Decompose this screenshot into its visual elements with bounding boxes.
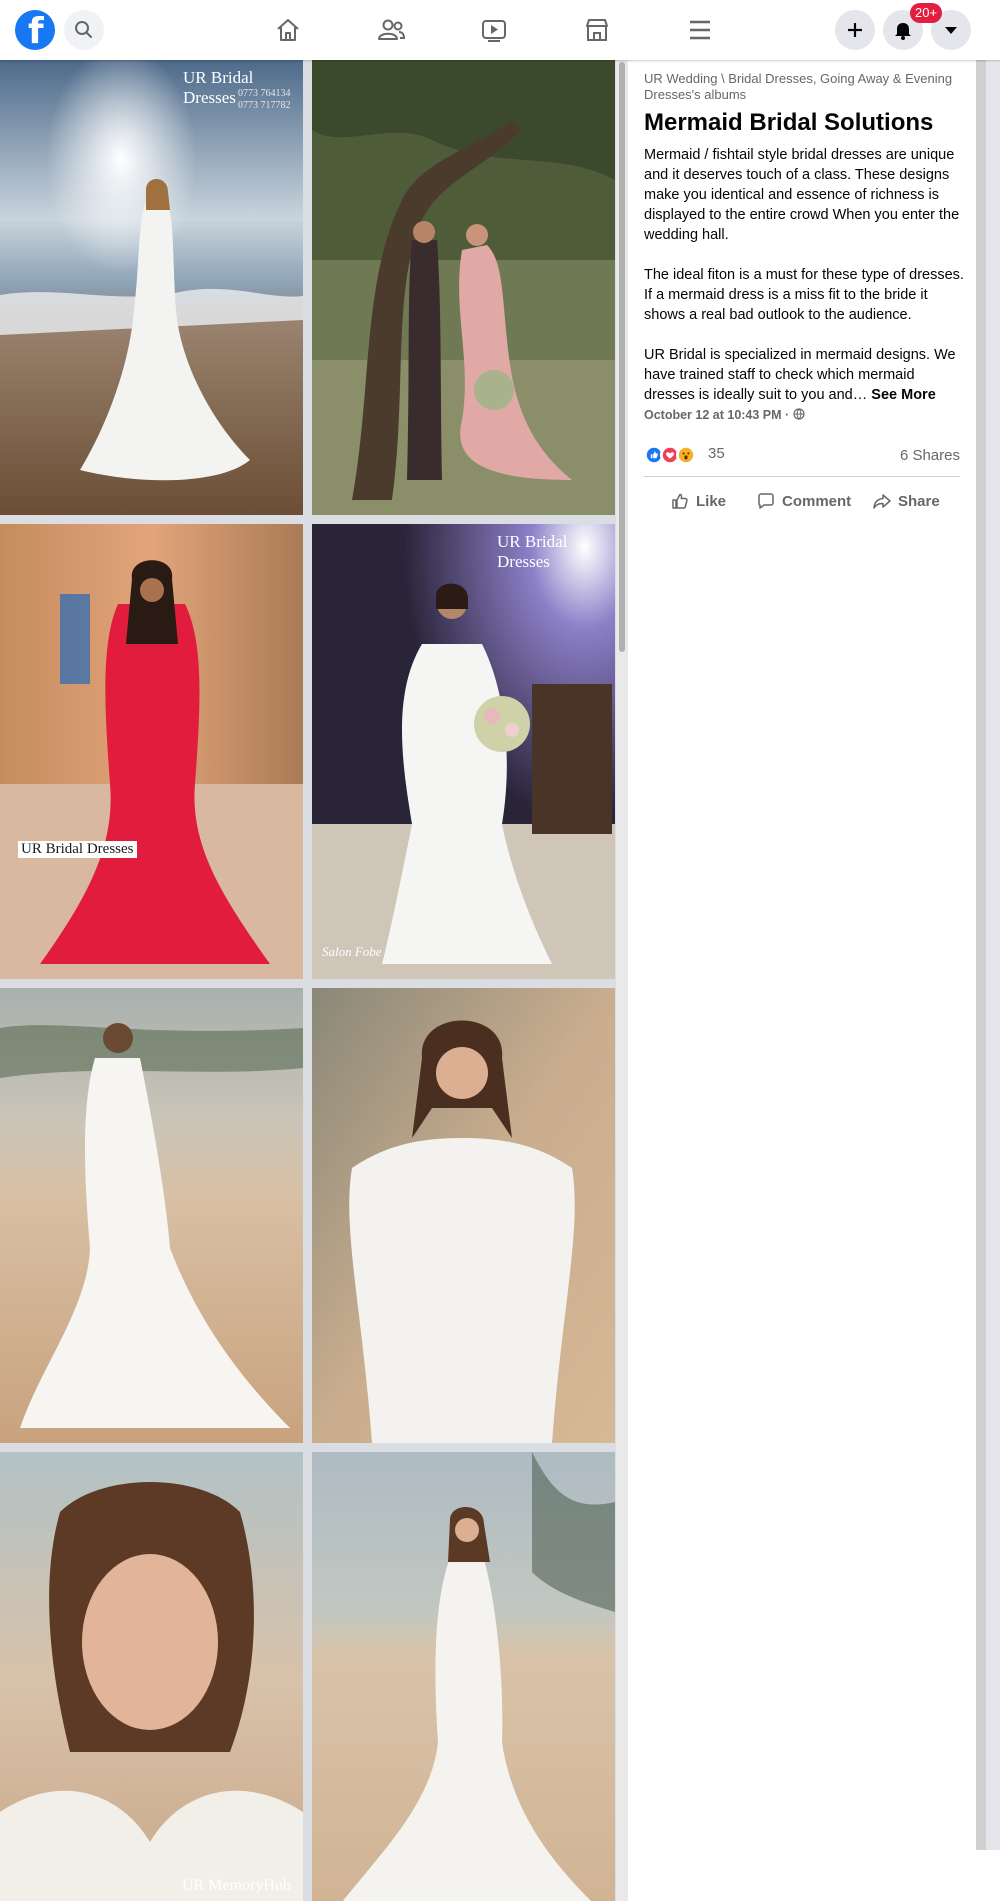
menu-icon[interactable]: [682, 12, 718, 48]
watch-icon[interactable]: [476, 12, 512, 48]
actions-divider: [644, 476, 960, 477]
facebook-logo[interactable]: f: [15, 10, 55, 52]
photo-couple-tree[interactable]: [312, 60, 615, 515]
photo-grid: UR Bridal Dresses 0773 764134 0773 71778…: [0, 60, 616, 1901]
watermark-salon: Salon Fobe: [322, 944, 382, 959]
timestamp-text: October 12 at 10:43 PM ·: [644, 408, 790, 422]
post-paragraph: UR Bridal is specialized in mermaid desi…: [644, 345, 966, 405]
comment-label: Comment: [782, 492, 852, 510]
photo-portrait-closeup[interactable]: UR MemoryHub: [0, 1452, 303, 1901]
photo-bride-full[interactable]: [312, 1452, 615, 1901]
watermark-brand: UR MemoryHub: [182, 1877, 291, 1894]
create-icon: [848, 23, 862, 37]
see-more-link[interactable]: See More: [871, 387, 935, 403]
photo-seated-bride[interactable]: UR Bridal Dresses Salon Fobe: [312, 524, 615, 979]
panel-bottom-area: [628, 1850, 1000, 1901]
reaction-count[interactable]: 35: [708, 445, 725, 462]
like-icon: [672, 493, 688, 509]
search-button[interactable]: [64, 10, 104, 50]
post-timestamp[interactable]: October 12 at 10:43 PM ·: [644, 408, 805, 422]
panel-scrollbar[interactable]: [976, 60, 986, 1850]
search-icon: [75, 21, 92, 38]
post-paragraph: Mermaid / fishtail style bridal dresses …: [644, 147, 960, 243]
watermark-brand: UR Bridal Dresses: [18, 841, 137, 858]
like-label: Like: [696, 492, 727, 510]
comment-icon: [758, 493, 774, 509]
create-button[interactable]: [835, 10, 875, 50]
shares-count[interactable]: 6 Shares: [900, 447, 960, 464]
post-paragraph: The ideal fiton is a must for these type…: [644, 265, 966, 325]
share-button[interactable]: Share: [872, 486, 940, 516]
wow-icon: [676, 445, 696, 465]
home-icon[interactable]: [270, 12, 306, 48]
share-label: Share: [898, 492, 940, 510]
post-title: Mermaid Bridal Solutions: [644, 109, 934, 136]
photo-bride-back[interactable]: [0, 988, 303, 1443]
album-breadcrumb[interactable]: UR Wedding \ Bridal Dresses, Going Away …: [644, 71, 964, 103]
photo-scrollbar-thumb[interactable]: [619, 62, 625, 652]
post-body: Mermaid / fishtail style bridal dresses …: [644, 145, 966, 425]
photo-beach-bride[interactable]: UR Bridal Dresses 0773 764134 0773 71778…: [0, 60, 303, 515]
photo-bride-front[interactable]: [312, 988, 615, 1443]
watermark-phone: 0773 717782: [238, 100, 291, 111]
like-button[interactable]: Like: [670, 486, 726, 516]
post-details-panel: UR Wedding \ Bridal Dresses, Going Away …: [628, 60, 976, 1850]
comment-button[interactable]: Comment: [756, 486, 851, 516]
share-icon: [873, 494, 891, 509]
marketplace-icon[interactable]: [579, 12, 615, 48]
watermark-brand: UR Bridal Dresses: [497, 532, 568, 571]
post-paragraph-text: The ideal fiton is a must for these type…: [644, 267, 964, 323]
photo-red-dress[interactable]: UR Bridal Dresses: [0, 524, 303, 979]
notification-badge: 20+: [910, 3, 943, 23]
top-navigation-bar: f 20+: [0, 0, 1000, 60]
globe-icon: [793, 408, 805, 420]
friends-icon[interactable]: [373, 12, 409, 48]
watermark-phone: 0773 764134: [238, 88, 291, 99]
